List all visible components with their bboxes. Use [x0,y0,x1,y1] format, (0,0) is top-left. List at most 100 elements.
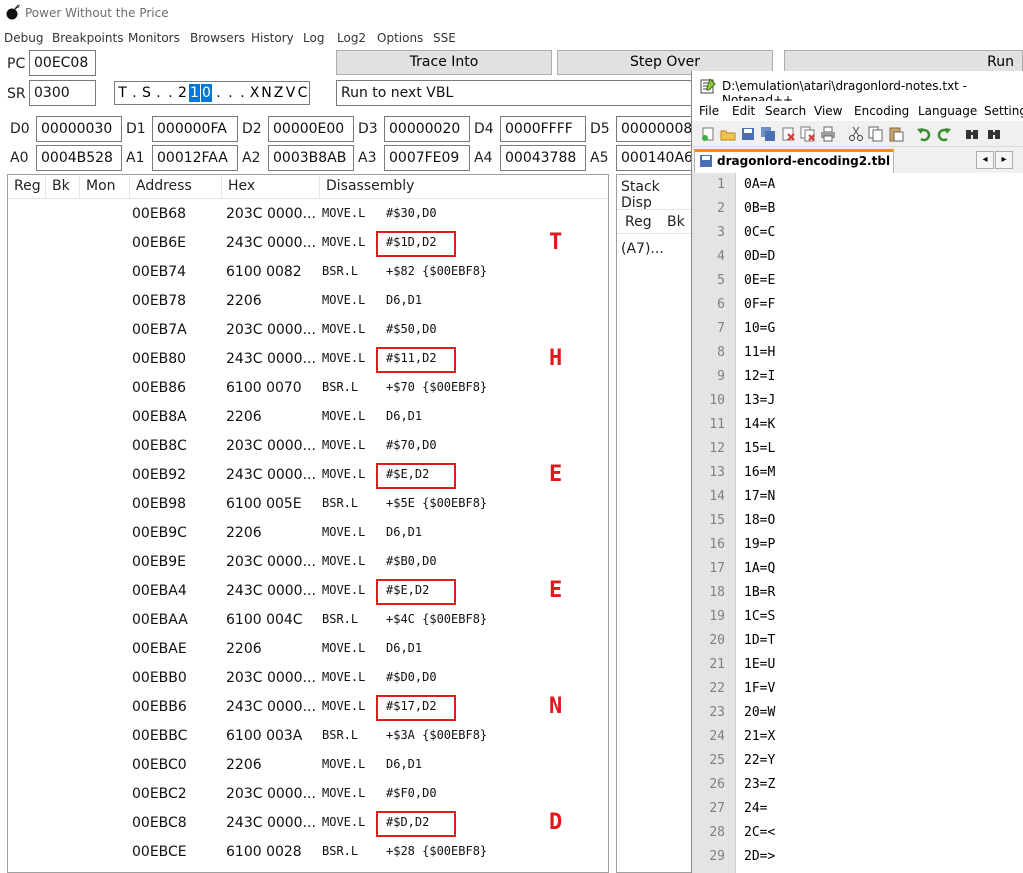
col-bk[interactable]: Bk [46,175,80,199]
table-row[interactable]: 00EB9C 2206 MOVE.L D6,D1 [8,520,608,549]
reg-a1[interactable]: 00012FAA [152,145,238,171]
editor-line[interactable]: 11=H [744,345,775,360]
editor-line[interactable]: 17=N [744,489,775,504]
editor-line[interactable]: 15=L [744,441,775,456]
table-row[interactable]: 00EBC8 243C 0000... MOVE.L #$D,D2 [8,810,608,839]
flag-i0[interactable]: 0 [201,84,212,102]
flag-dot[interactable]: . [213,84,224,102]
table-row[interactable]: 00EBB6 243C 0000... MOVE.L #$17,D2 [8,694,608,723]
editor-line[interactable]: 1B=R [744,585,775,600]
editor-line[interactable]: 1D=T [744,633,775,648]
editor-line[interactable]: 21=X [744,729,775,744]
editor-line[interactable]: 20=W [744,705,775,720]
menu-log2[interactable]: Log2 [337,31,366,45]
table-row[interactable]: 00EB74 6100 0082 BSR.L +$82 {$00EBF8} [8,259,608,288]
stack-row[interactable]: (A7)... [621,241,664,257]
table-row[interactable]: 00EB92 243C 0000... MOVE.L #$E,D2 [8,462,608,491]
menu-browsers[interactable]: Browsers [190,31,245,45]
menu-sse[interactable]: SSE [433,31,456,45]
close-file-icon[interactable] [780,126,796,142]
editor-line[interactable]: 1F=V [744,681,775,696]
editor-line[interactable]: 23=Z [744,777,775,792]
table-row[interactable]: 00EBC0 2206 MOVE.L D6,D1 [8,752,608,781]
np-menu-settings[interactable]: Settings [984,104,1023,118]
reg-d3[interactable]: 00000020 [384,116,470,142]
flag-s[interactable]: S [141,84,152,102]
col-hex[interactable]: Hex [222,175,320,199]
editor-line[interactable]: 0E=E [744,273,775,288]
flag-c[interactable]: C [297,84,308,102]
np-menu-file[interactable]: File [699,104,719,118]
editor-line[interactable]: 0D=D [744,249,775,264]
menu-log[interactable]: Log [303,31,324,45]
table-row[interactable]: 00EBA4 243C 0000... MOVE.L #$E,D2 [8,578,608,607]
flag-i1[interactable]: 1 [189,84,200,102]
close-all-icon[interactable] [800,126,816,142]
editor-line[interactable]: 24= [744,801,767,816]
editor-line[interactable]: 19=P [744,537,775,552]
editor-line[interactable]: 16=M [744,465,775,480]
table-row[interactable]: 00EB7A 203C 0000... MOVE.L #$50,D0 [8,317,608,346]
col-address[interactable]: Address [130,175,222,199]
np-menu-edit[interactable]: Edit [732,104,755,118]
editor-line[interactable]: 1A=Q [744,561,775,576]
tab-scroll-left-icon[interactable]: ◂ [976,151,994,169]
copy-icon[interactable] [868,126,884,142]
col-mon[interactable]: Mon [80,175,130,199]
stack-col-bk[interactable]: Bk [667,214,685,230]
print-icon[interactable] [820,126,836,142]
np-menu-view[interactable]: View [814,104,842,118]
menu-monitors[interactable]: Monitors [128,31,180,45]
reg-d5[interactable]: 00000008 [616,116,702,142]
reg-a0[interactable]: 0004B528 [36,145,122,171]
editor-line[interactable]: 0A=A [744,177,775,192]
table-row[interactable]: 00EB86 6100 0070 BSR.L +$70 {$00EBF8} [8,375,608,404]
table-row[interactable]: 00EB80 243C 0000... MOVE.L #$11,D2 [8,346,608,375]
menu-options[interactable]: Options [377,31,423,45]
editor-line[interactable]: 13=J [744,393,775,408]
trace-into-button[interactable]: Trace Into [336,50,552,75]
flag-z[interactable]: Z [273,84,284,102]
flag-dot[interactable]: . [153,84,164,102]
table-row[interactable]: 00EB6E 243C 0000... MOVE.L #$1D,D2 [8,230,608,259]
reg-a4[interactable]: 00043788 [500,145,586,171]
col-disassembly[interactable]: Disassembly [320,175,608,199]
np-menu-encoding[interactable]: Encoding [854,104,909,118]
np-menu-language[interactable]: Language [918,104,977,118]
flag-dot[interactable]: . [225,84,236,102]
flag-t[interactable]: T [117,84,128,102]
table-row[interactable]: 00EBC2 203C 0000... MOVE.L #$F0,D0 [8,781,608,810]
reg-d0[interactable]: 00000030 [36,116,122,142]
editor-line[interactable]: 2D=> [744,849,775,864]
notepad-editor[interactable]: 1 2 3 4 5 6 7 8 9 10 11 12 13 14 15 16 17 18 19 20 21 22 23 24 2… [692,173,1023,873]
editor-line[interactable]: 0F=F [744,297,775,312]
flag-dot[interactable]: . [237,84,248,102]
col-reg[interactable]: Reg [8,175,46,199]
reg-d4[interactable]: 0000FFFF [500,116,586,142]
paste-icon[interactable] [888,126,904,142]
stack-col-reg[interactable]: Reg [625,214,652,230]
menu-debug[interactable]: Debug [4,31,43,45]
table-row[interactable]: 00EB68 203C 0000... MOVE.L #$30,D0 [8,201,608,230]
editor-line[interactable]: 12=I [744,369,775,384]
save-all-icon[interactable] [760,126,776,142]
flag-x[interactable]: X [249,84,260,102]
run-target-select[interactable]: Run to next VBL [336,80,696,106]
redo-icon[interactable] [936,126,952,142]
reg-d2[interactable]: 00000E00 [268,116,354,142]
reg-a5[interactable]: 000140A6 [616,145,702,171]
editor-line[interactable]: 22=Y [744,753,775,768]
table-row[interactable]: 00EB9E 203C 0000... MOVE.L #$B0,D0 [8,549,608,578]
table-row[interactable]: 00EBCE 6100 0028 BSR.L +$28 {$00EBF8} [8,839,608,868]
editor-line[interactable]: 2C=< [744,825,775,840]
reg-a3[interactable]: 0007FE09 [384,145,470,171]
editor-line[interactable]: 0B=B [744,201,775,216]
editor-line[interactable]: 18=O [744,513,775,528]
editor-line[interactable]: 14=K [744,417,775,432]
reg-d1[interactable]: 000000FA [152,116,238,142]
table-row[interactable]: 00EBAE 2206 MOVE.L D6,D1 [8,636,608,665]
table-row[interactable]: 00EB78 2206 MOVE.L D6,D1 [8,288,608,317]
table-row[interactable]: 00EB8C 203C 0000... MOVE.L #$70,D0 [8,433,608,462]
table-row[interactable]: 00EBAA 6100 004C BSR.L +$4C {$00EBF8} [8,607,608,636]
replace-icon[interactable] [986,126,1002,142]
